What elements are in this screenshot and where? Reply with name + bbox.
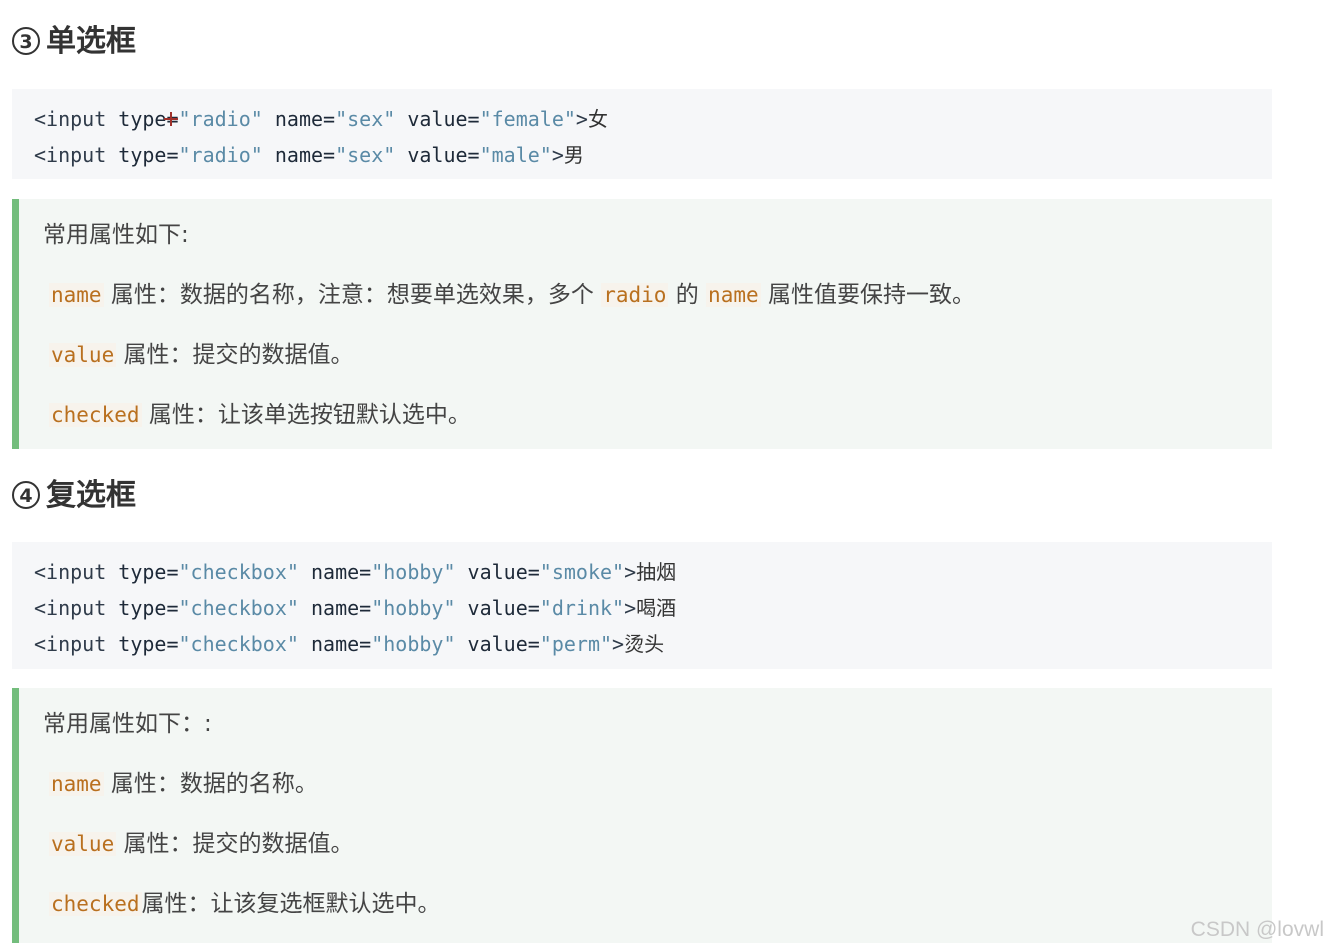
code-line: <input type="radio" name="sex" value="fe…	[34, 107, 608, 131]
code-block-checkbox: <input type="checkbox" name="hobby" valu…	[12, 542, 1272, 669]
circled-number: 3	[12, 27, 40, 55]
code-line: <input type="checkbox" name="hobby" valu…	[34, 596, 677, 620]
section-heading-checkbox: 4 复选框	[12, 476, 136, 516]
note-value: value 属性：提交的数据值。	[49, 831, 354, 857]
code-line: <input type="radio" name="sex" value="ma…	[34, 143, 584, 167]
note-checked: checked 属性：让该单选按钮默认选中。	[49, 402, 471, 428]
section-title: 单选框	[46, 24, 136, 59]
code-line: <input type="checkbox" name="hobby" valu…	[34, 632, 665, 656]
note-block-checkbox: 常用属性如下：: name 属性：数据的名称。 value 属性：提交的数据值。…	[12, 688, 1272, 943]
note-name: name 属性：数据的名称，注意：想要单选效果，多个 radio 的 name …	[49, 282, 975, 308]
note-value: value 属性：提交的数据值。	[49, 342, 354, 368]
watermark: CSDN @lovwl	[1190, 918, 1324, 941]
code-block-radio: <input type="radio" name="sex" value="fe…	[12, 89, 1272, 179]
circled-number: 4	[12, 481, 40, 509]
note-intro: 常用属性如下:	[43, 222, 189, 248]
note-block-radio: 常用属性如下: name 属性：数据的名称，注意：想要单选效果，多个 radio…	[12, 199, 1272, 449]
note-checked: checked属性：让该复选框默认选中。	[49, 891, 441, 917]
section-title: 复选框	[46, 478, 136, 513]
note-name: name 属性：数据的名称。	[49, 771, 318, 797]
code-line: <input type="checkbox" name="hobby" valu…	[34, 560, 677, 584]
section-heading-radio: 3 单选框	[12, 22, 136, 62]
note-intro: 常用属性如下：:	[43, 711, 212, 737]
